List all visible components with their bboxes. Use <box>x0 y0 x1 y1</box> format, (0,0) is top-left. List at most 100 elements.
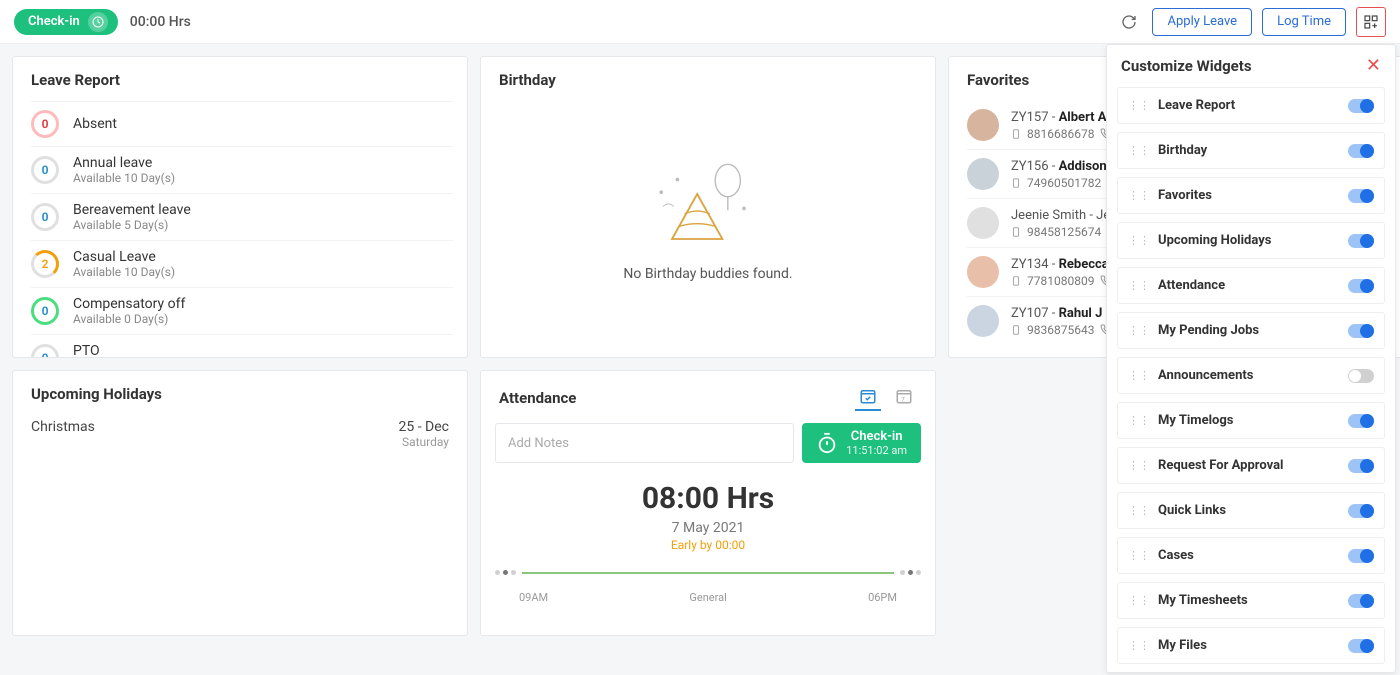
timeline-right-dots <box>900 570 921 575</box>
leave-count-badge: 0 <box>31 203 59 231</box>
customize-widget-item: ⋮⋮ My Timesheets <box>1117 582 1385 619</box>
customize-widget-label: Quick Links <box>1158 503 1340 518</box>
attendance-early: Early by 00:00 <box>481 538 935 552</box>
leave-item[interactable]: 0 Compensatory off Available 0 Day(s) <box>31 288 453 335</box>
customize-widget-item: ⋮⋮ Birthday <box>1117 132 1385 169</box>
toggle-switch[interactable] <box>1348 279 1374 293</box>
toggle-switch[interactable] <box>1348 594 1374 608</box>
birthday-title: Birthday <box>481 57 935 101</box>
customize-widget-label: Leave Report <box>1158 98 1340 113</box>
attendance-date: 7 May 2021 <box>481 520 935 536</box>
toggle-switch[interactable] <box>1348 369 1374 383</box>
holiday-name: Christmas <box>31 419 95 449</box>
close-icon[interactable]: ✕ <box>1366 57 1381 75</box>
customize-widgets-list[interactable]: ⋮⋮ Leave Report ⋮⋮ Birthday ⋮⋮ Favorites… <box>1107 87 1395 672</box>
customize-widget-label: My Files <box>1158 638 1340 653</box>
drag-handle-icon[interactable]: ⋮⋮ <box>1128 505 1150 516</box>
toggle-switch[interactable] <box>1348 234 1374 248</box>
toggle-switch[interactable] <box>1348 459 1374 473</box>
leave-item[interactable]: 0 Bereavement leave Available 5 Day(s) <box>31 194 453 241</box>
customize-widget-label: My Timesheets <box>1158 593 1340 608</box>
attendance-week-tab[interactable]: 7 <box>891 385 917 411</box>
toggle-switch[interactable] <box>1348 99 1374 113</box>
drag-handle-icon[interactable]: ⋮⋮ <box>1128 325 1150 336</box>
drag-handle-icon[interactable]: ⋮⋮ <box>1128 460 1150 471</box>
customize-widget-item: ⋮⋮ Favorites <box>1117 177 1385 214</box>
drag-handle-icon[interactable]: ⋮⋮ <box>1128 280 1150 291</box>
mobile-icon <box>1011 128 1021 140</box>
attendance-timeline: 09AM General 06PM <box>481 556 935 612</box>
stopwatch-icon <box>816 432 838 454</box>
clock-icon <box>88 12 108 32</box>
drag-handle-icon[interactable]: ⋮⋮ <box>1128 100 1150 111</box>
birthday-widget: Birthday No Birthday buddies found. <box>480 56 936 358</box>
top-bar: Check-in 00:00 Hrs Apply Leave Log Time <box>0 0 1400 44</box>
drag-handle-icon[interactable]: ⋮⋮ <box>1128 145 1150 156</box>
leave-availability: Available 0 Day(s) <box>73 312 185 326</box>
drag-handle-icon[interactable]: ⋮⋮ <box>1128 595 1150 606</box>
leave-item[interactable]: 0 Absent <box>31 101 453 147</box>
attendance-notes-input[interactable] <box>495 423 794 463</box>
customize-widget-label: Birthday <box>1158 143 1340 158</box>
attendance-end-label: 06PM <box>868 591 897 604</box>
leave-availability: Available 10 Day(s) <box>73 265 175 279</box>
timeline-bar <box>522 572 894 574</box>
customize-widget-item: ⋮⋮ Attendance <box>1117 267 1385 304</box>
avatar <box>967 109 999 141</box>
toggle-switch[interactable] <box>1348 639 1374 653</box>
toggle-switch[interactable] <box>1348 504 1374 518</box>
drag-handle-icon[interactable]: ⋮⋮ <box>1128 235 1150 246</box>
customize-widget-label: My Pending Jobs <box>1158 323 1340 338</box>
toggle-switch[interactable] <box>1348 549 1374 563</box>
drag-handle-icon[interactable]: ⋮⋮ <box>1128 640 1150 651</box>
holiday-date: 25 - Dec <box>399 419 450 435</box>
drag-handle-icon[interactable]: ⋮⋮ <box>1128 370 1150 381</box>
drag-handle-icon[interactable]: ⋮⋮ <box>1128 190 1150 201</box>
toggle-switch[interactable] <box>1348 189 1374 203</box>
leave-report-list[interactable]: 0 Absent 0 Annual leave Available 10 Day… <box>13 101 467 357</box>
toggle-switch[interactable] <box>1348 324 1374 338</box>
leave-name: Casual Leave <box>73 249 175 265</box>
leave-count-badge: 0 <box>31 156 59 184</box>
attendance-checkin-label: Check-in <box>851 429 903 444</box>
customize-widget-label: Attendance <box>1158 278 1340 293</box>
checkin-button[interactable]: Check-in <box>14 9 118 35</box>
attendance-widget: Attendance 7 Check-in 11:51:02 am <box>480 370 936 636</box>
customize-widget-label: My Timelogs <box>1158 413 1340 428</box>
customize-widgets-button[interactable] <box>1356 7 1386 37</box>
customize-widget-item: ⋮⋮ Upcoming Holidays <box>1117 222 1385 259</box>
log-time-button[interactable]: Log Time <box>1262 8 1346 36</box>
attendance-day-tab[interactable] <box>855 385 881 411</box>
toggle-switch[interactable] <box>1348 144 1374 158</box>
customize-widget-item: ⋮⋮ Leave Report <box>1117 87 1385 124</box>
customize-widget-item: ⋮⋮ My Pending Jobs <box>1117 312 1385 349</box>
mobile-icon <box>1011 177 1021 189</box>
leave-name: Compensatory off <box>73 296 185 312</box>
leave-item[interactable]: 0 PTO Available 6 Hour(s) <box>31 335 453 357</box>
drag-handle-icon[interactable]: ⋮⋮ <box>1128 550 1150 561</box>
hours-text: 00:00 Hrs <box>130 14 191 30</box>
customize-widget-label: Favorites <box>1158 188 1340 203</box>
apply-leave-button[interactable]: Apply Leave <box>1152 8 1252 36</box>
leave-item[interactable]: 0 Annual leave Available 10 Day(s) <box>31 147 453 194</box>
customize-widget-item: ⋮⋮ Quick Links <box>1117 492 1385 529</box>
attendance-hours: 08:00 Hrs <box>481 481 935 516</box>
customize-widget-item: ⋮⋮ My Timelogs <box>1117 402 1385 439</box>
leave-availability: Available 10 Day(s) <box>73 171 175 185</box>
avatar <box>967 207 999 239</box>
leave-name: Annual leave <box>73 155 175 171</box>
holidays-title: Upcoming Holidays <box>13 371 467 415</box>
refresh-button[interactable] <box>1116 9 1142 35</box>
toggle-switch[interactable] <box>1348 414 1374 428</box>
attendance-checkin-button[interactable]: Check-in 11:51:02 am <box>802 423 921 463</box>
avatar <box>967 256 999 288</box>
leave-name: Absent <box>73 116 117 132</box>
attendance-title: Attendance <box>499 389 576 407</box>
customize-widget-label: Request For Approval <box>1158 458 1340 473</box>
attendance-checkin-time: 11:51:02 am <box>846 444 907 457</box>
leave-report-widget: Leave Report 0 Absent 0 Annual leave Ava… <box>12 56 468 358</box>
customize-widget-label: Cases <box>1158 548 1340 563</box>
leave-name: PTO <box>73 343 174 357</box>
leave-item[interactable]: 2 Casual Leave Available 10 Day(s) <box>31 241 453 288</box>
drag-handle-icon[interactable]: ⋮⋮ <box>1128 415 1150 426</box>
